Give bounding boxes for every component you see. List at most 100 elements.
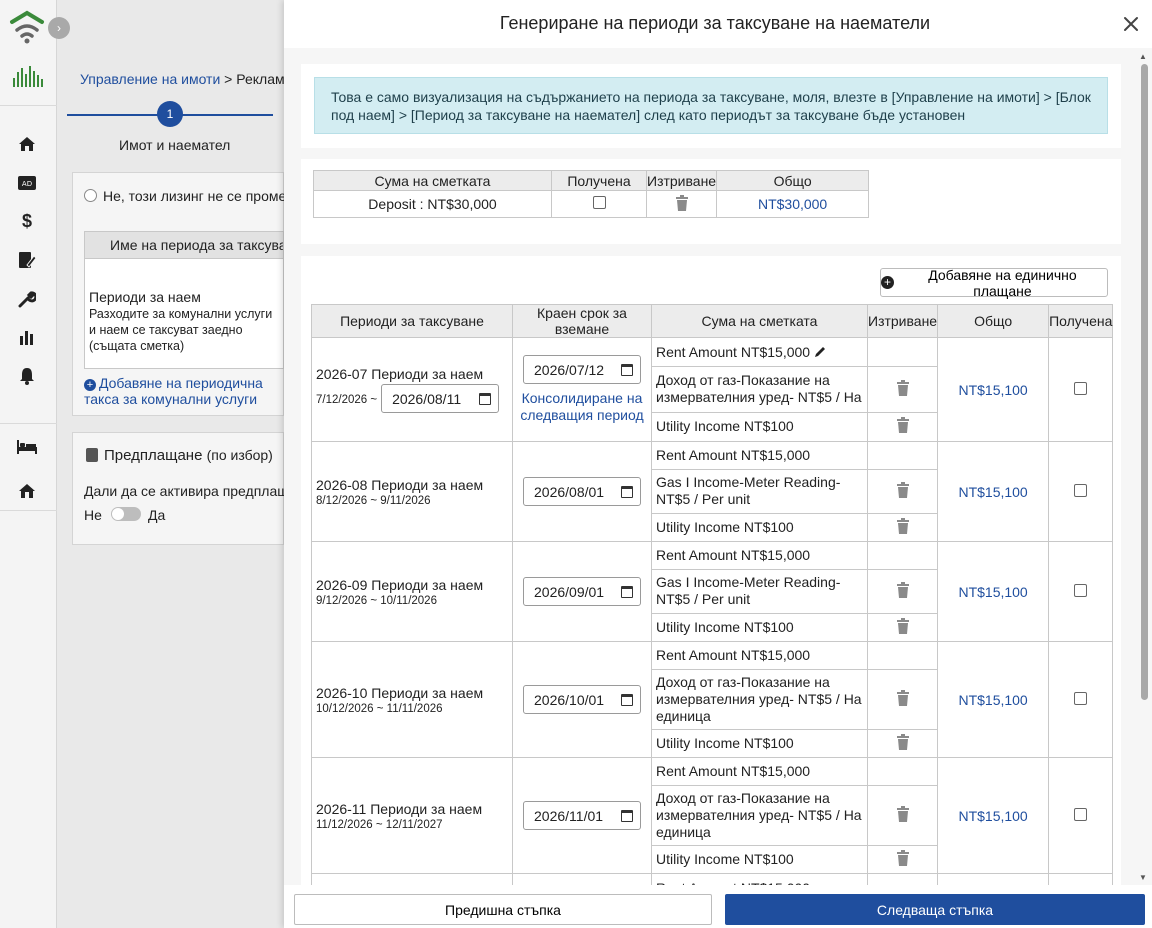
delete-cell [866,440,939,471]
delete-cell [866,366,939,413]
modal-header: Генериране на периоди за таксуване на на… [284,0,1152,48]
house-key-icon[interactable] [16,480,38,502]
trash-icon[interactable] [896,481,910,498]
due-date-cell: 2026/09/01 [512,541,652,642]
period-total: NT$15,100 [958,483,1028,500]
received-cell [1048,337,1114,442]
deposit-received-checkbox[interactable] [592,196,606,209]
delete-cell [866,785,939,846]
scroll-down-arrow-icon[interactable]: ▼ [1139,873,1147,882]
bed-icon[interactable] [16,436,38,458]
total-cell: NT$15,100 [937,757,1050,874]
scrollbar-thumb[interactable] [1141,64,1148,700]
due-date-value: 2026/10/01 [534,691,605,708]
bell-icon[interactable] [16,365,38,387]
delete-cell [866,641,939,670]
billing-periods-table: Периоди за таксуване Краен срок за взема… [311,304,1114,886]
header-billing-periods: Периоди за таксуване [311,304,513,338]
info-card: Това е само визуализация на съдържанието… [301,64,1121,148]
trash-icon[interactable] [896,734,910,750]
period-name: 2026-08 Периоди за наем [316,476,484,493]
delete-cell [866,729,939,758]
header-due-date: Краен срок за вземане [512,304,652,338]
pencil-icon[interactable] [814,345,827,358]
period-name: 2026-09 Периоди за наем [316,576,484,593]
received-checkbox[interactable] [1074,691,1088,705]
prepay-toggle[interactable] [111,507,141,521]
deposit-table: Сума на сметката Получена Изтриване Общо… [313,170,870,218]
trash-icon[interactable] [896,850,910,866]
collapse-sidebar-button[interactable]: › [48,17,70,39]
delete-cell [866,669,939,730]
breadcrumb-property-management[interactable]: Управление на имоти [80,71,220,87]
trash-icon[interactable] [896,617,910,634]
calendar-icon [621,693,633,706]
home-icon[interactable] [16,133,38,155]
lease-radio[interactable] [84,189,97,202]
prepay-yes-label: Да [148,507,166,523]
delete-cell [866,757,939,786]
deposit-header-total: Общо [716,170,870,191]
charge-item: Rent Amount NT$15,000 [651,641,868,670]
add-single-payment-button[interactable]: + Добавяне на единично плащане [880,267,1108,299]
charge-item: Utility Income NT$100 [651,411,868,443]
period-cell: 2026-11 Периоди за наем 11/12/2026 ~ 12/… [311,757,513,874]
total-cell: NT$15,100 [937,441,1050,542]
total-cell: NT$15,100 [937,541,1050,642]
due-date-input[interactable]: 2026/10/01 [523,685,641,714]
received-checkbox[interactable] [1074,583,1088,597]
period-total: NT$15,100 [958,691,1028,708]
deposit-header-amount: Сума на сметката [313,170,552,191]
due-date-value: 2026/08/01 [534,483,605,500]
trash-icon[interactable] [896,379,910,396]
billing-period-name-header: Име на периода за таксуване [84,231,284,259]
previous-step-button[interactable]: Предишна стъпка [294,894,712,925]
wrench-icon[interactable] [16,288,38,310]
period-range: 7/12/2026 ~ 2026/08/11 [316,384,512,413]
plus-circle-icon: + [881,276,894,289]
received-cell [1048,757,1114,874]
received-checkbox[interactable] [1074,483,1088,497]
due-date-cell: 2026/10/01 [512,641,652,758]
modal-title: Генериране на периоди за таксуване на на… [499,13,931,33]
due-date-input[interactable]: 2026/07/12 [523,355,641,384]
trash-icon[interactable] [675,194,689,211]
charge-item: Доход от газ-Показание на измервателния … [651,669,868,730]
dollar-icon[interactable]: $ [16,210,38,232]
period-end-date-input[interactable]: 2026/08/11 [381,384,500,413]
trash-icon[interactable] [896,417,910,434]
scroll-up-arrow-icon[interactable]: ▲ [1139,52,1147,61]
next-step-button[interactable]: Следваща стъпка [725,894,1145,925]
ad-icon[interactable]: AD [16,172,38,194]
prepay-question: Дали да се активира предплащане [84,483,284,499]
delete-cell [866,540,939,571]
trash-icon[interactable] [896,581,910,598]
delete-cell [866,845,939,874]
prepay-icon [86,448,98,462]
trash-icon[interactable] [896,806,910,822]
deposit-amount: Deposit : NT$30,000 [313,190,552,218]
period-name: 2026-11 Периоди за наем [316,800,483,817]
received-cell [1048,541,1114,642]
contract-edit-icon[interactable] [16,249,38,271]
trash-icon[interactable] [896,690,910,706]
charge-item: Utility Income NT$100 [651,845,868,874]
plus-circle-icon: + [84,379,96,391]
delete-cell [866,469,939,514]
received-checkbox[interactable] [1074,381,1088,395]
charge-item: Доход от газ-Показание на измервателния … [651,366,868,413]
consolidate-next-period-link[interactable]: Консолидиране на следващия период [513,390,651,424]
period-cell: 2026-08 Периоди за наем 8/12/2026 ~ 9/11… [311,441,513,542]
due-date-input[interactable]: 2026/08/01 [523,477,641,506]
trash-icon[interactable] [896,517,910,534]
period-cell: 2026-09 Периоди за наем 9/12/2026 ~ 10/1… [311,541,513,642]
close-icon[interactable] [1122,15,1140,33]
due-date-input[interactable]: 2026/09/01 [523,577,641,606]
charge-item: Rent Amount NT$15,000 [651,757,868,786]
charge-item: Gas I Income-Meter Reading- NT$5 / Per u… [651,569,868,614]
add-periodic-fee-link[interactable]: + Добавяне на периодична такса за комунал… [84,375,284,407]
received-checkbox[interactable] [1074,807,1088,821]
due-date-input[interactable]: 2026/11/01 [523,801,641,830]
period-range: 8/12/2026 ~ 9/11/2026 [316,494,431,507]
bar-chart-icon[interactable] [16,326,38,348]
